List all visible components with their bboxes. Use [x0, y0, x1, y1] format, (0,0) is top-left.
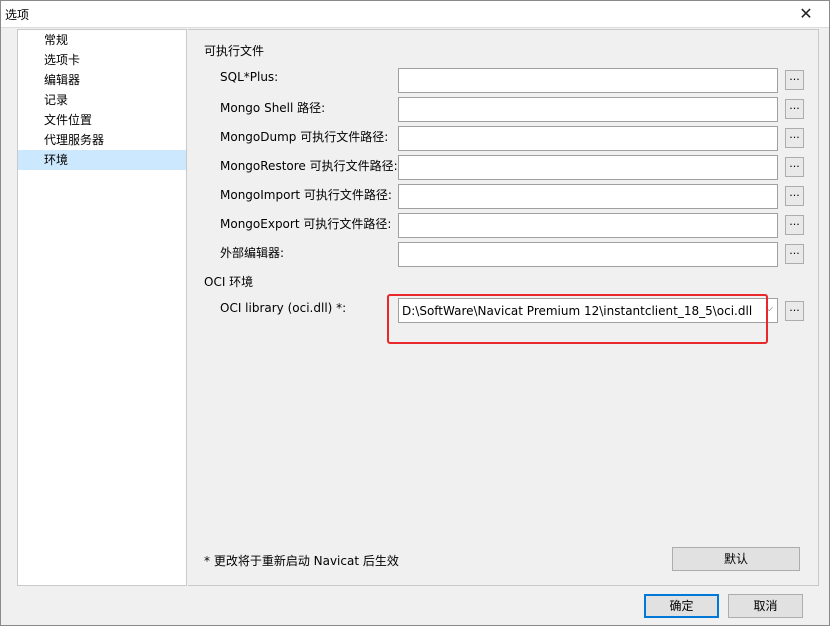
sidebar: 常规 选项卡 编辑器 记录 文件位置 代理服务器 环境 [17, 29, 187, 586]
oci-library-label: OCI library (oci.dll) *: [220, 301, 347, 315]
default-button[interactable]: 默认 [672, 547, 800, 571]
mongoexport-path-input[interactable] [398, 213, 778, 238]
oci-library-combobox[interactable]: D:\SoftWare\Navicat Premium 12\instantcl… [398, 298, 778, 323]
close-icon[interactable]: ✕ [791, 2, 821, 26]
title-bar: 选项 ✕ [1, 1, 829, 28]
sidebar-item-general[interactable]: 常规 [18, 30, 186, 50]
mongo-shell-browse-button[interactable]: ... [785, 99, 804, 119]
sidebar-item-tabs[interactable]: 选项卡 [18, 50, 186, 70]
executables-section-title: 可执行文件 [204, 44, 265, 58]
sidebar-item-proxy[interactable]: 代理服务器 [18, 130, 186, 150]
sqlplus-path-input[interactable] [398, 68, 778, 93]
mongoimport-browse-button[interactable]: ... [785, 186, 804, 206]
sqlplus-label: SQL*Plus: [220, 70, 279, 84]
oci-library-browse-button[interactable]: ... [785, 301, 804, 321]
mongodump-label: MongoDump 可执行文件路径: [220, 130, 389, 144]
mongoimport-path-input[interactable] [398, 184, 778, 209]
sidebar-item-editor[interactable]: 编辑器 [18, 70, 186, 90]
sidebar-item-file-location[interactable]: 文件位置 [18, 110, 186, 130]
mongoexport-browse-button[interactable]: ... [785, 215, 804, 235]
mongorestore-path-input[interactable] [398, 155, 778, 180]
external-editor-label: 外部编辑器: [220, 246, 285, 260]
mongoexport-label: MongoExport 可执行文件路径: [220, 217, 392, 231]
cancel-button[interactable]: 取消 [728, 594, 803, 618]
oci-library-value: D:\SoftWare\Navicat Premium 12\instantcl… [402, 304, 753, 318]
chevron-down-icon[interactable]: ⌵ [765, 303, 773, 314]
mongodump-path-input[interactable] [398, 126, 778, 151]
oci-section-title: OCI 环境 [204, 275, 254, 289]
sidebar-item-records[interactable]: 记录 [18, 90, 186, 110]
ok-button[interactable]: 确定 [644, 594, 719, 618]
mongorestore-browse-button[interactable]: ... [785, 157, 804, 177]
restart-note: * 更改将于重新启动 Navicat 后生效 [204, 554, 399, 568]
mongodump-browse-button[interactable]: ... [785, 128, 804, 148]
mongoimport-label: MongoImport 可执行文件路径: [220, 188, 392, 202]
sqlplus-browse-button[interactable]: ... [785, 70, 804, 90]
mongo-shell-path-input[interactable] [398, 97, 778, 122]
mongorestore-label: MongoRestore 可执行文件路径: [220, 159, 398, 173]
sidebar-item-environment[interactable]: 环境 [18, 150, 186, 170]
mongo-shell-label: Mongo Shell 路径: [220, 101, 326, 115]
window-title: 选项 [5, 8, 30, 22]
external-editor-browse-button[interactable]: ... [785, 244, 804, 264]
options-dialog: 选项 ✕ 常规 选项卡 编辑器 记录 文件位置 代理服务器 环境 可执行文件 S… [0, 0, 830, 626]
external-editor-path-input[interactable] [398, 242, 778, 267]
